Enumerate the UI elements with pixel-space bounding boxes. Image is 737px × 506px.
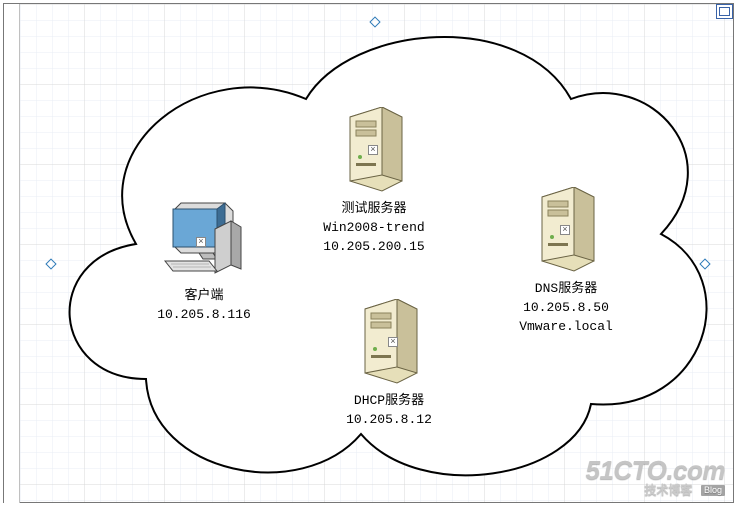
diagram-canvas[interactable]: × 客户端 10.205.8.116 × 测试服务器 Win2008-trend… <box>3 3 734 503</box>
watermark: 51CTO.com 技术博客 Blog <box>585 457 725 496</box>
node-dhcp-server[interactable]: × DHCP服务器 10.205.8.12 <box>314 299 464 430</box>
node-test-server[interactable]: × 测试服务器 Win2008-trend 10.205.200.15 <box>294 107 454 257</box>
shape-marker-icon: × <box>196 237 206 247</box>
node-label: DNS服务器 10.205.8.50 Vmware.local <box>486 280 646 337</box>
node-title: DHCP服务器 <box>314 392 464 411</box>
page-object-icon[interactable] <box>716 4 733 19</box>
node-label: DHCP服务器 10.205.8.12 <box>314 392 464 430</box>
node-client[interactable]: × 客户端 10.205.8.116 <box>134 199 274 325</box>
watermark-badge: Blog <box>701 485 725 496</box>
node-ip: 10.205.8.12 <box>314 411 464 430</box>
node-label: 客户端 10.205.8.116 <box>134 287 274 325</box>
vertical-ruler <box>4 4 20 504</box>
node-hostname: Win2008-trend <box>294 219 454 238</box>
node-title: 客户端 <box>134 287 274 306</box>
node-label: 测试服务器 Win2008-trend 10.205.200.15 <box>294 200 454 257</box>
node-ip: 10.205.8.50 <box>486 299 646 318</box>
node-ip: 10.205.8.116 <box>134 306 274 325</box>
node-dns-server[interactable]: × DNS服务器 10.205.8.50 Vmware.local <box>486 187 646 337</box>
watermark-tagline: 技术博客 <box>644 483 692 497</box>
node-ip: 10.205.200.15 <box>294 238 454 257</box>
node-title: DNS服务器 <box>486 280 646 299</box>
node-domain: Vmware.local <box>486 318 646 337</box>
watermark-site: 51CTO.com <box>585 457 725 483</box>
shape-marker-icon: × <box>388 337 398 347</box>
shape-marker-icon: × <box>368 145 378 155</box>
shape-marker-icon: × <box>560 225 570 235</box>
node-title: 测试服务器 <box>294 200 454 219</box>
